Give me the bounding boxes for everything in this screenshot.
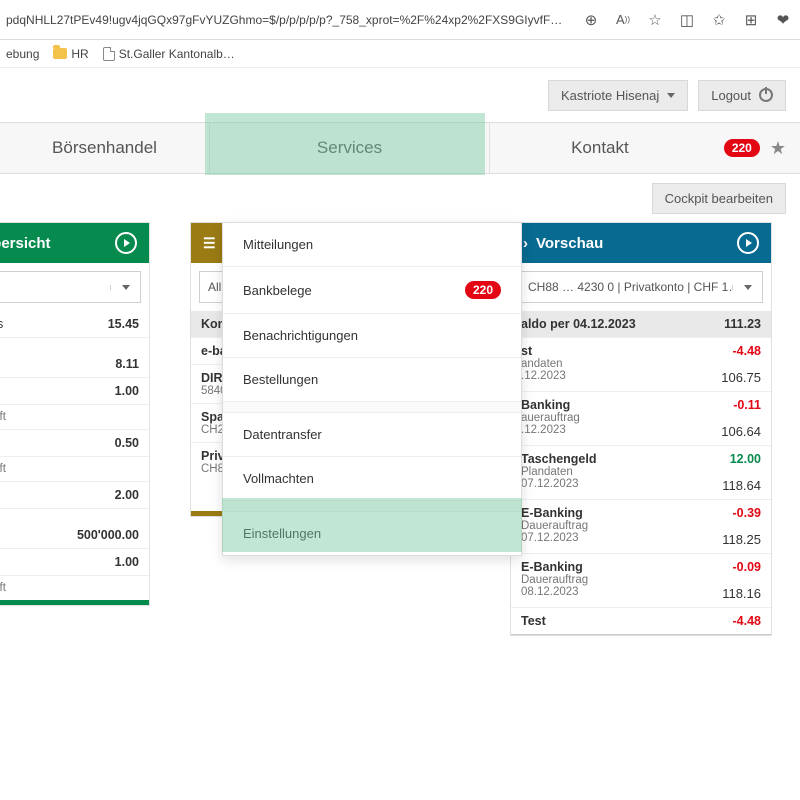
folder-icon xyxy=(53,48,67,59)
panel-uebersicht: ubersicht axis15.45 8.11 1.00 chrift 0.5… xyxy=(0,222,150,606)
tab-kontakt[interactable]: Kontakt xyxy=(490,123,710,173)
menu-bestellungen[interactable]: Bestellungen xyxy=(223,358,521,401)
menu-mitteilungen[interactable]: Mitteilungen xyxy=(223,223,521,266)
favorites-icon[interactable]: ✩ xyxy=(708,9,730,31)
bookmark-sgkb[interactable]: St.Galler Kantonalb… xyxy=(103,47,235,61)
bankbelege-badge: 220 xyxy=(465,281,501,299)
panel-title: ubersicht xyxy=(0,235,51,252)
tx-row[interactable]: 12.00Taschengeld Plandaten 07.12.2023118… xyxy=(511,446,771,500)
bookmark-folder-hr[interactable]: HR xyxy=(53,47,88,61)
preview-icon: › xyxy=(523,235,528,252)
balance-label: aldo per 04.12.2023 xyxy=(521,317,636,331)
tx-row[interactable]: -0.39E-Banking Dauerauftrag 07.12.202311… xyxy=(511,500,771,554)
chevron-down-icon xyxy=(122,285,130,290)
read-aloud-icon[interactable]: A)) xyxy=(612,9,634,31)
main-nav: Börsenhandel Services Kontakt 220 ★ xyxy=(0,122,800,174)
menu-einstellungen[interactable]: Einstellungen xyxy=(223,512,521,555)
menu-vollmachten[interactable]: Vollmachten xyxy=(223,457,521,500)
bookmark-ebung[interactable]: ebung xyxy=(6,47,39,61)
uebersicht-selector[interactable] xyxy=(0,271,141,303)
favorite-star-icon[interactable]: ☆ xyxy=(644,9,666,31)
panel-header-vorschau[interactable]: › Vorschau xyxy=(511,223,771,263)
arrow-circle-icon[interactable] xyxy=(115,232,137,254)
tx-row[interactable]: -4.48Test xyxy=(511,608,771,635)
user-name: Kastriote Hisenaj xyxy=(561,88,659,103)
health-icon[interactable]: ❤ xyxy=(772,9,794,31)
user-menu-button[interactable]: Kastriote Hisenaj xyxy=(548,80,688,111)
chevron-down-icon xyxy=(744,285,752,290)
vorschau-selector[interactable]: CH88 … 4230 0 | Privatkonto | CHF 1… xyxy=(519,271,763,303)
tab-boersenhandel[interactable]: Börsenhandel xyxy=(0,123,210,173)
arrow-circle-icon[interactable] xyxy=(737,232,759,254)
panel-vorschau: › Vorschau CH88 … 4230 0 | Privatkonto | … xyxy=(510,222,772,636)
chevron-down-icon xyxy=(667,93,675,98)
stack-icon: ☰ xyxy=(203,235,216,252)
page-icon xyxy=(103,47,115,61)
star-icon[interactable]: ★ xyxy=(770,138,786,159)
menu-datentransfer[interactable]: Datentransfer xyxy=(223,413,521,456)
nav-right: 220 ★ xyxy=(710,123,800,173)
panel-title: Vorschau xyxy=(536,235,603,252)
menu-bankbelege[interactable]: Bankbelege220 xyxy=(223,267,521,313)
services-dropdown: Mitteilungen Bankbelege220 Benachrichtig… xyxy=(222,222,522,556)
logout-button[interactable]: Logout xyxy=(698,80,786,111)
split-screen-icon[interactable]: ◫ xyxy=(676,9,698,31)
tab-services[interactable]: Services xyxy=(210,123,490,173)
secondary-bar: Cockpit bearbeiten xyxy=(0,174,800,222)
menu-benachrichtigungen[interactable]: Benachrichtigungen xyxy=(223,314,521,357)
zoom-icon[interactable]: ⊕ xyxy=(580,9,602,31)
browser-address-bar: pdqNHLL27tPEv49!ugv4jqGQx97gFvYUZGhmo=$/… xyxy=(0,0,800,40)
cockpit-edit-button[interactable]: Cockpit bearbeiten xyxy=(652,183,786,214)
collections-icon[interactable]: ⊞ xyxy=(740,9,762,31)
url-text[interactable]: pdqNHLL27tPEv49!ugv4jqGQx97gFvYUZGhmo=$/… xyxy=(6,13,570,27)
tx-row[interactable]: -0.09E-Banking Dauerauftrag 08.12.202311… xyxy=(511,554,771,608)
power-icon xyxy=(759,88,773,102)
tx-row[interactable]: -0.11Banking auerauftrag .12.2023106.64 xyxy=(511,392,771,446)
notification-badge[interactable]: 220 xyxy=(724,139,760,157)
tx-row[interactable]: -4.48st andaten .12.2023106.75 xyxy=(511,338,771,392)
panel-header-uebersicht[interactable]: ubersicht xyxy=(0,223,149,263)
bookmarks-bar: ebung HR St.Galler Kantonalb… xyxy=(0,40,800,68)
user-bar: Kastriote Hisenaj Logout xyxy=(0,68,800,122)
